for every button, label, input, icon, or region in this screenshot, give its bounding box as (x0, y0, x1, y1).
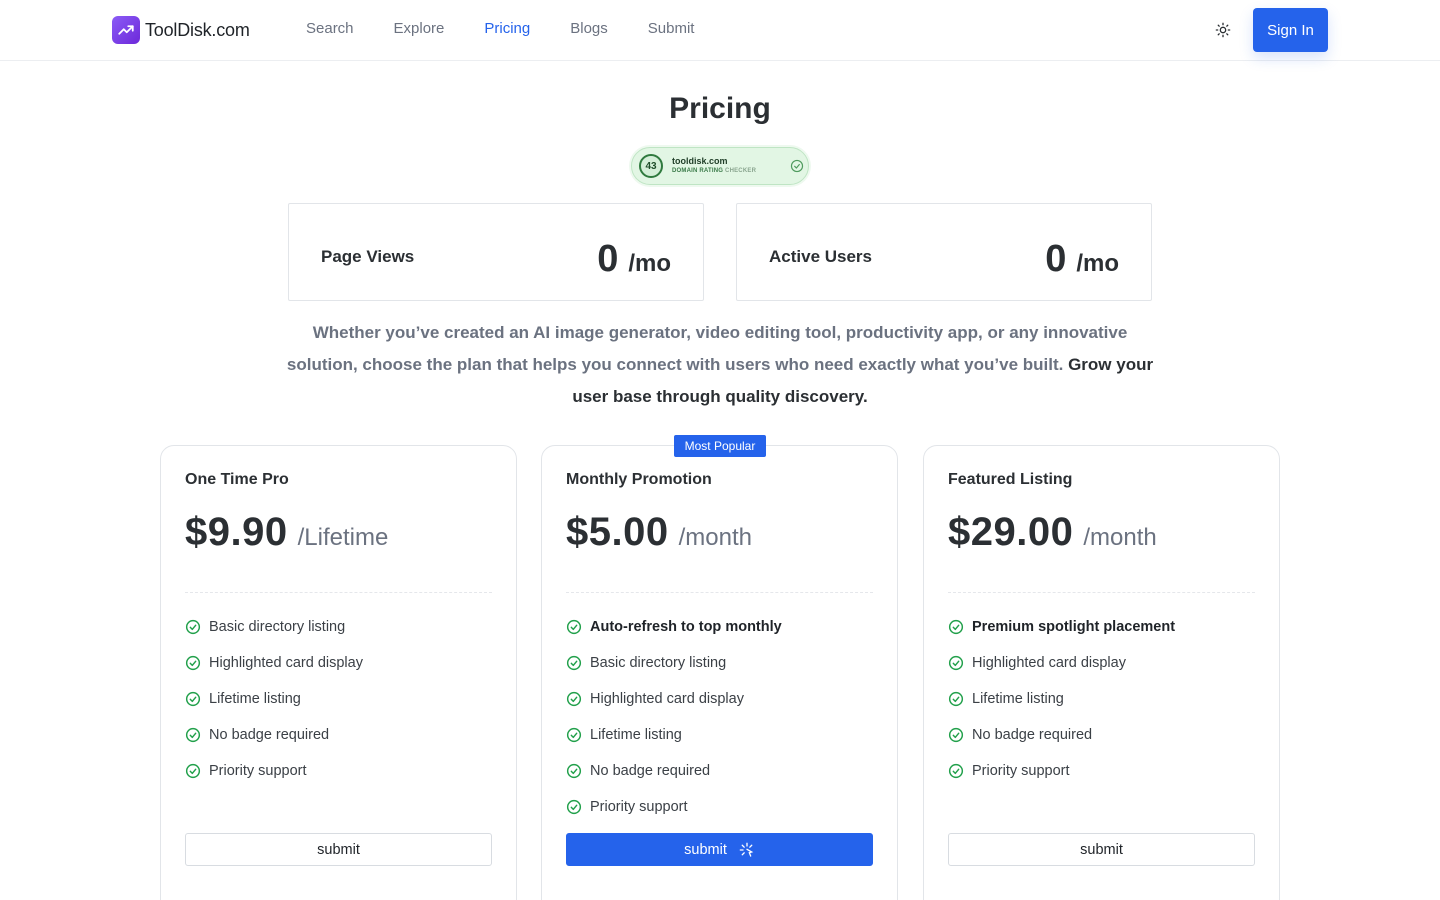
theme-toggle-button[interactable] (1212, 19, 1234, 41)
check-circle-icon (185, 763, 201, 779)
feature-item: Lifetime listing (185, 681, 363, 717)
check-circle-icon (790, 159, 804, 173)
check-circle-icon (566, 799, 582, 815)
most-popular-badge: Most Popular (674, 435, 766, 457)
feature-item: No badge required (185, 717, 363, 753)
nav-pricing[interactable]: Pricing (484, 20, 530, 37)
nav-blogs[interactable]: Blogs (570, 20, 608, 37)
feature-item: Highlighted card display (566, 681, 782, 717)
check-circle-icon (185, 619, 201, 635)
feature-item: Priority support (948, 753, 1175, 789)
nav-search[interactable]: Search (306, 20, 354, 37)
check-circle-icon (948, 655, 964, 671)
page-title: Pricing (669, 92, 771, 125)
sparkle-icon (739, 842, 754, 857)
check-circle-icon (185, 691, 201, 707)
trending-up-icon (112, 16, 140, 44)
divider (185, 592, 492, 593)
feature-item: Basic directory listing (566, 645, 782, 681)
feature-item: No badge required (566, 753, 782, 789)
domain-rating-subtitle: DOMAIN RATING CHECKER (672, 168, 757, 174)
feature-list: Basic directory listing Highlighted card … (185, 609, 363, 789)
check-circle-icon (185, 727, 201, 743)
feature-item: Premium spotlight placement (948, 609, 1175, 645)
check-circle-icon (566, 691, 582, 707)
feature-item: Lifetime listing (566, 717, 782, 753)
plan-name: Featured Listing (948, 471, 1073, 488)
check-circle-icon (185, 655, 201, 671)
check-circle-icon (948, 619, 964, 635)
feature-item: Priority support (185, 753, 363, 789)
check-circle-icon (566, 619, 582, 635)
plan-price: $5.00/month (566, 510, 752, 554)
domain-rating-domain: tooldisk.com (672, 156, 728, 166)
stat-label: Page Views (321, 247, 415, 266)
check-circle-icon (948, 691, 964, 707)
feature-item: No badge required (948, 717, 1175, 753)
logo[interactable]: ToolDisk.com (112, 16, 250, 44)
top-navbar: ToolDisk.com Search Explore Pricing Blog… (0, 0, 1440, 61)
feature-item: Highlighted card display (948, 645, 1175, 681)
plan-submit-button[interactable]: submit (566, 833, 873, 866)
feature-item: Priority support (566, 789, 782, 825)
plan-card-one-time-pro: One Time Pro $9.90/Lifetime Basic director… (160, 445, 517, 900)
feature-item: Basic directory listing (185, 609, 363, 645)
check-circle-icon (566, 763, 582, 779)
divider (948, 592, 1255, 593)
feature-item: Auto-refresh to top monthly (566, 609, 782, 645)
main-nav: Search Explore Pricing Blogs Submit (306, 20, 694, 37)
plan-submit-button[interactable]: submit (185, 833, 492, 866)
check-circle-icon (948, 727, 964, 743)
domain-rating-score: 43 (639, 154, 663, 178)
stat-label: Active Users (769, 247, 873, 266)
plan-submit-button[interactable]: submit (948, 833, 1255, 866)
sun-icon (1215, 22, 1231, 38)
stat-value: 0 /mo (1045, 238, 1119, 280)
logo-text: ToolDisk.com (145, 19, 250, 40)
sign-in-button[interactable]: Sign In (1253, 8, 1328, 52)
check-circle-icon (566, 727, 582, 743)
stat-card-active-users: Active Users 0 /mo (736, 203, 1152, 301)
plan-price: $9.90/Lifetime (185, 510, 389, 554)
plan-name: One Time Pro (185, 471, 289, 488)
nav-submit[interactable]: Submit (648, 20, 695, 37)
feature-list: Auto-refresh to top monthly Basic directo… (566, 609, 782, 825)
plan-name: Monthly Promotion (566, 471, 712, 488)
check-circle-icon (948, 763, 964, 779)
feature-item: Lifetime listing (948, 681, 1175, 717)
divider (566, 592, 873, 593)
pricing-description: Whether you’ve created an AI image gener… (286, 323, 1154, 406)
feature-item: Highlighted card display (185, 645, 363, 681)
plan-price: $29.00/month (948, 510, 1157, 554)
feature-list: Premium spotlight placement Highlighted c… (948, 609, 1175, 789)
check-circle-icon (566, 655, 582, 671)
nav-explore[interactable]: Explore (394, 20, 445, 37)
stat-value: 0 /mo (597, 238, 671, 280)
plan-card-monthly-promotion: Monthly Promotion $5.00/month Auto-refresh… (541, 445, 898, 900)
plan-card-featured-listing: Featured Listing $29.00/month Premium spot… (923, 445, 1280, 900)
domain-rating-badge[interactable]: 43 tooldisk.com DOMAIN RATING CHECKER (631, 147, 809, 185)
stat-card-page-views: Page Views 0 /mo (288, 203, 704, 301)
